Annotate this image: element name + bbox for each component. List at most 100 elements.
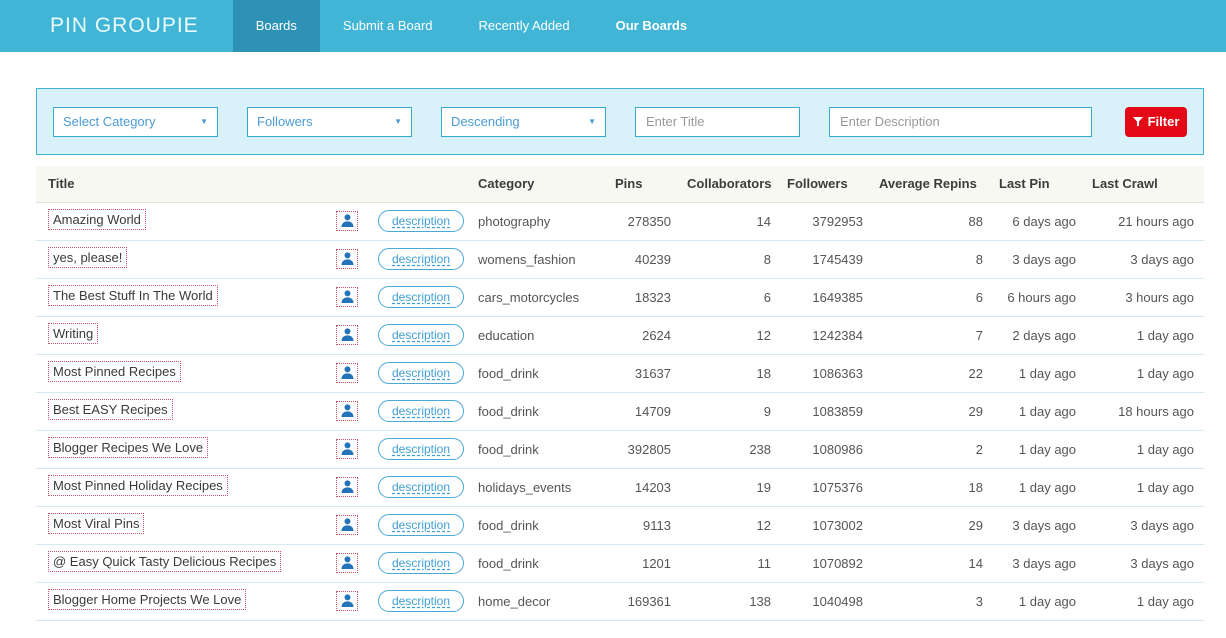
collaborators-link[interactable] <box>336 439 358 459</box>
followers-cell: 1745439 <box>787 240 879 278</box>
person-icon <box>341 480 354 494</box>
description-button[interactable]: description <box>378 362 464 384</box>
description-button[interactable]: description <box>378 514 464 536</box>
collaborators-link[interactable] <box>336 515 358 535</box>
board-title-link[interactable]: Amazing World <box>48 209 146 230</box>
average-repins-cell: 29 <box>879 506 999 544</box>
collaborators-link[interactable] <box>336 401 358 421</box>
followers-cell: 1242384 <box>787 316 879 354</box>
description-button[interactable]: description <box>378 324 464 346</box>
column-header-category: Category <box>478 166 615 202</box>
pins-cell: 392805 <box>615 430 687 468</box>
last-crawl-cell: 3 days ago <box>1092 240 1204 278</box>
column-header-last-crawl: Last Crawl <box>1092 166 1204 202</box>
chevron-down-icon: ▼ <box>394 117 402 126</box>
sort-field-select[interactable]: Followers ▼ <box>247 107 412 137</box>
table-row: Most Pinned Recipes description food_dri… <box>36 354 1204 392</box>
pins-cell: 9113 <box>615 506 687 544</box>
boards-table-header: Title Category Pins Collaborators Follow… <box>36 166 1204 202</box>
collaborators-link[interactable] <box>336 477 358 497</box>
column-header-collaborators: Collaborators <box>687 166 787 202</box>
last-crawl-cell: 1 day ago <box>1092 430 1204 468</box>
collaborators-link[interactable] <box>336 325 358 345</box>
followers-cell: 1075376 <box>787 468 879 506</box>
collaborators-cell: 138 <box>687 582 787 620</box>
followers-cell: 3792953 <box>787 202 879 240</box>
board-title-link[interactable]: @ Easy Quick Tasty Delicious Recipes <box>48 551 281 572</box>
nav-item-our-boards[interactable]: Our Boards <box>593 0 711 52</box>
table-row: Blogger Home Projects We Love descriptio… <box>36 582 1204 620</box>
site-logo[interactable]: PIN GROUPIE <box>0 0 233 52</box>
description-button[interactable]: description <box>378 552 464 574</box>
person-icon <box>341 556 354 570</box>
board-title-link[interactable]: Best EASY Recipes <box>48 399 173 420</box>
collaborators-link[interactable] <box>336 363 358 383</box>
board-title-link[interactable]: Most Pinned Recipes <box>48 361 181 382</box>
board-title-link[interactable]: Blogger Home Projects We Love <box>48 589 246 610</box>
title-filter-input[interactable] <box>635 107 800 137</box>
sort-order-select[interactable]: Descending ▼ <box>441 107 606 137</box>
pins-cell: 40239 <box>615 240 687 278</box>
pins-cell: 1201 <box>615 544 687 582</box>
nav-item-submit-a-board[interactable]: Submit a Board <box>320 0 456 52</box>
last-crawl-cell: 1 day ago <box>1092 582 1204 620</box>
collaborators-cell: 11 <box>687 544 787 582</box>
board-title-link[interactable]: Blogger Recipes We Love <box>48 437 208 458</box>
last-pin-cell: 1 day ago <box>999 392 1092 430</box>
last-pin-cell: 6 days ago <box>999 202 1092 240</box>
table-row: yes, please! description womens_fashion … <box>36 240 1204 278</box>
person-icon <box>341 442 354 456</box>
description-button[interactable]: description <box>378 248 464 270</box>
last-crawl-cell: 1 day ago <box>1092 468 1204 506</box>
person-icon <box>341 404 354 418</box>
description-button[interactable]: description <box>378 438 464 460</box>
average-repins-cell: 14 <box>879 544 999 582</box>
collaborators-link[interactable] <box>336 211 358 231</box>
last-crawl-cell: 1 day ago <box>1092 354 1204 392</box>
collaborators-link[interactable] <box>336 249 358 269</box>
column-header-last-pin: Last Pin <box>999 166 1092 202</box>
board-title-link[interactable]: yes, please! <box>48 247 127 268</box>
collaborators-link[interactable] <box>336 287 358 307</box>
last-pin-cell: 1 day ago <box>999 468 1092 506</box>
nav-item-boards[interactable]: Boards <box>233 0 320 52</box>
collaborators-link[interactable] <box>336 591 358 611</box>
description-button[interactable]: description <box>378 400 464 422</box>
average-repins-cell: 29 <box>879 392 999 430</box>
description-filter-input[interactable] <box>829 107 1092 137</box>
category-cell: home_decor <box>478 582 615 620</box>
table-row: @ Easy Quick Tasty Delicious Recipes des… <box>36 544 1204 582</box>
nav-item-recently-added[interactable]: Recently Added <box>456 0 593 52</box>
board-title-link[interactable]: Most Pinned Holiday Recipes <box>48 475 228 496</box>
board-title-link[interactable]: Most Viral Pins <box>48 513 144 534</box>
description-button[interactable]: description <box>378 590 464 612</box>
last-pin-cell: 1 day ago <box>999 354 1092 392</box>
table-row: Best EASY Recipes description food_drink… <box>36 392 1204 430</box>
board-title-link[interactable]: The Best Stuff In The World <box>48 285 218 306</box>
filter-button[interactable]: Filter <box>1125 107 1187 137</box>
average-repins-cell: 8 <box>879 240 999 278</box>
table-row: Writing description education 2624 12 12… <box>36 316 1204 354</box>
main-nav: Boards Submit a Board Recently Added Our… <box>233 0 710 52</box>
description-button[interactable]: description <box>378 210 464 232</box>
pins-cell: 169361 <box>615 582 687 620</box>
board-title-link[interactable]: Writing <box>48 323 98 344</box>
table-row: The Best Stuff In The World description … <box>36 278 1204 316</box>
pins-cell: 14709 <box>615 392 687 430</box>
category-select[interactable]: Select Category ▼ <box>53 107 218 137</box>
collaborators-link[interactable] <box>336 553 358 573</box>
average-repins-cell: 88 <box>879 202 999 240</box>
top-navigation-bar: PIN GROUPIE Boards Submit a Board Recent… <box>0 0 1226 52</box>
category-cell: food_drink <box>478 430 615 468</box>
average-repins-cell: 7 <box>879 316 999 354</box>
table-row: Amazing World description photography 27… <box>36 202 1204 240</box>
category-cell: cars_motorcycles <box>478 278 615 316</box>
description-button[interactable]: description <box>378 476 464 498</box>
collaborators-cell: 12 <box>687 506 787 544</box>
person-icon <box>341 290 354 304</box>
column-header-pins: Pins <box>615 166 687 202</box>
description-button[interactable]: description <box>378 286 464 308</box>
last-crawl-cell: 18 hours ago <box>1092 392 1204 430</box>
pins-cell: 278350 <box>615 202 687 240</box>
column-header-title: Title <box>36 166 478 202</box>
